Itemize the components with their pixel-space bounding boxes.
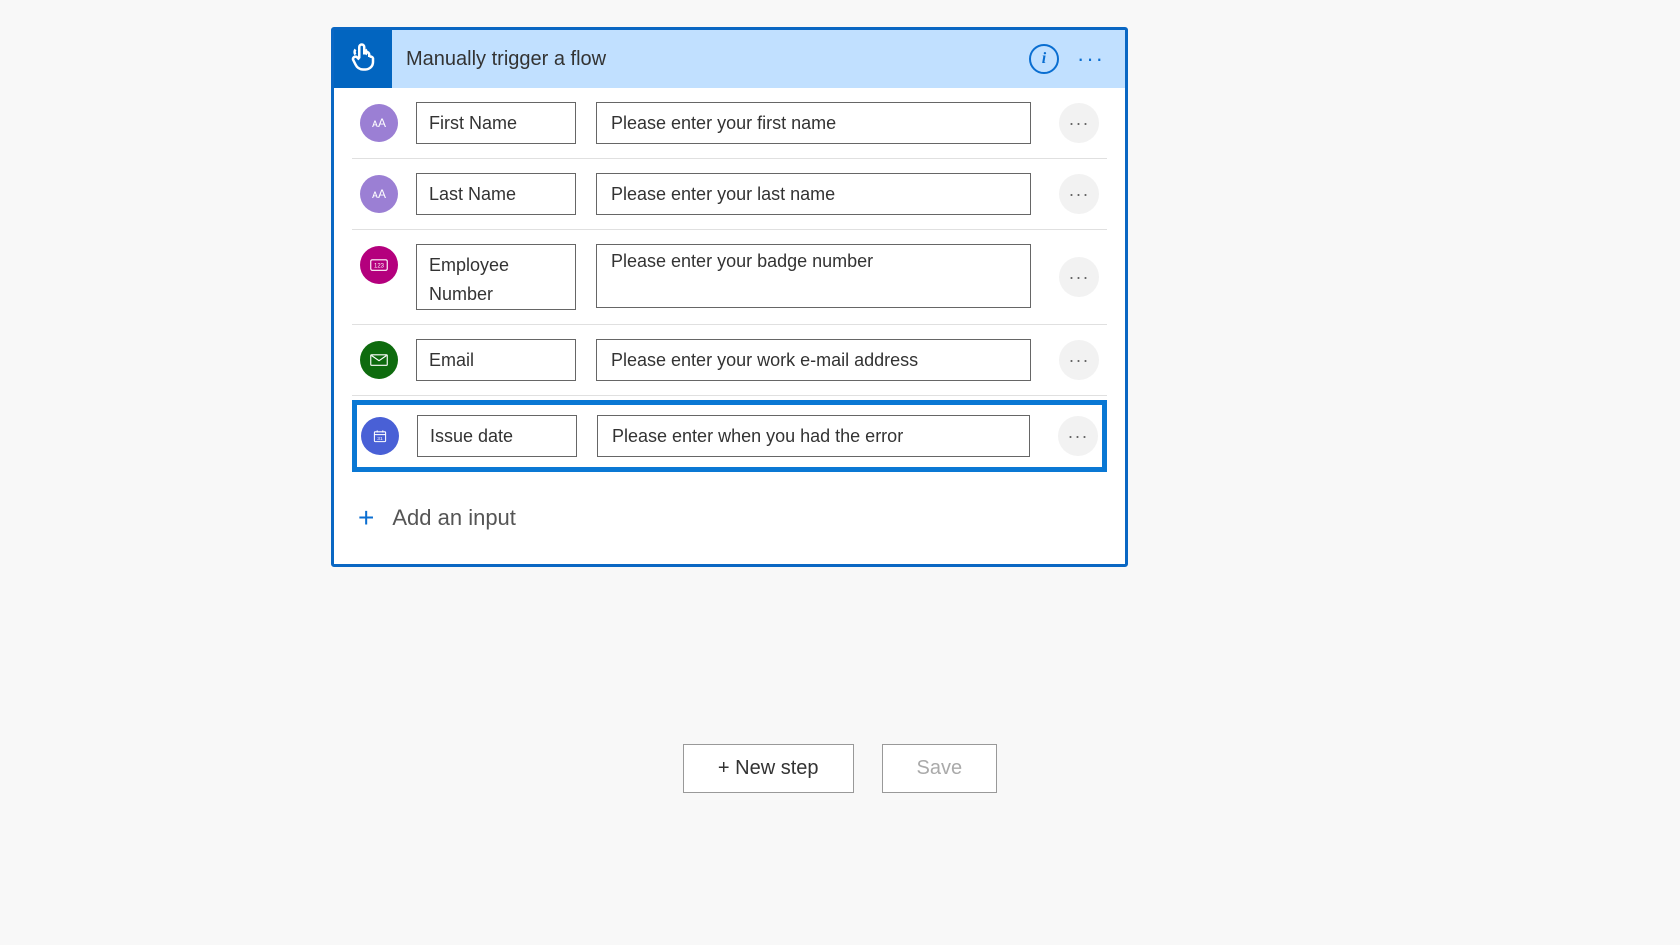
date-type-icon: 31 — [361, 417, 399, 455]
card-title: Manually trigger a flow — [392, 48, 1029, 71]
trigger-card: Manually trigger a flow i ··· ᴀA ··· ᴀA … — [331, 27, 1128, 567]
row-more-icon[interactable]: ··· — [1058, 416, 1098, 456]
inputs-container: ᴀA ··· ᴀA ··· 123 Employee Number Please… — [334, 88, 1125, 472]
row-more-icon[interactable]: ··· — [1059, 174, 1099, 214]
input-row-first-name: ᴀA ··· — [352, 88, 1107, 159]
card-header[interactable]: Manually trigger a flow i ··· — [334, 30, 1125, 88]
input-description-field[interactable] — [596, 339, 1031, 381]
input-row-last-name: ᴀA ··· — [352, 159, 1107, 230]
input-name-field[interactable] — [416, 339, 576, 381]
svg-text:31: 31 — [377, 436, 383, 442]
row-more-icon[interactable]: ··· — [1059, 257, 1099, 297]
email-type-icon — [360, 341, 398, 379]
footer-actions: + New step Save — [0, 744, 1680, 793]
add-input-button[interactable]: + Add an input — [334, 476, 1125, 564]
save-button[interactable]: Save — [882, 744, 998, 793]
trigger-icon-box — [334, 30, 392, 88]
input-description-field[interactable] — [596, 102, 1031, 144]
input-description-field[interactable]: Please enter your badge number — [596, 244, 1031, 308]
plus-icon: + — [358, 502, 374, 534]
text-type-icon: ᴀA — [360, 104, 398, 142]
manual-trigger-icon — [348, 42, 378, 77]
row-more-icon[interactable]: ··· — [1059, 340, 1099, 380]
svg-text:123: 123 — [374, 263, 385, 269]
input-description-field[interactable] — [596, 173, 1031, 215]
input-row-employee-number: 123 Employee Number Please enter your ba… — [352, 230, 1107, 325]
input-row-issue-date: 31 ··· — [352, 400, 1107, 472]
number-type-icon: 123 — [360, 246, 398, 284]
info-icon[interactable]: i — [1029, 44, 1059, 74]
input-name-field[interactable] — [416, 173, 576, 215]
input-description-field[interactable] — [597, 415, 1030, 457]
input-name-field[interactable] — [417, 415, 577, 457]
card-more-icon[interactable]: ··· — [1077, 46, 1105, 72]
input-name-field[interactable] — [416, 102, 576, 144]
new-step-button[interactable]: + New step — [683, 744, 854, 793]
row-more-icon[interactable]: ··· — [1059, 103, 1099, 143]
input-name-field[interactable]: Employee Number — [416, 244, 576, 310]
text-type-icon: ᴀA — [360, 175, 398, 213]
input-row-email: ··· — [352, 325, 1107, 396]
add-input-label: Add an input — [392, 505, 516, 531]
